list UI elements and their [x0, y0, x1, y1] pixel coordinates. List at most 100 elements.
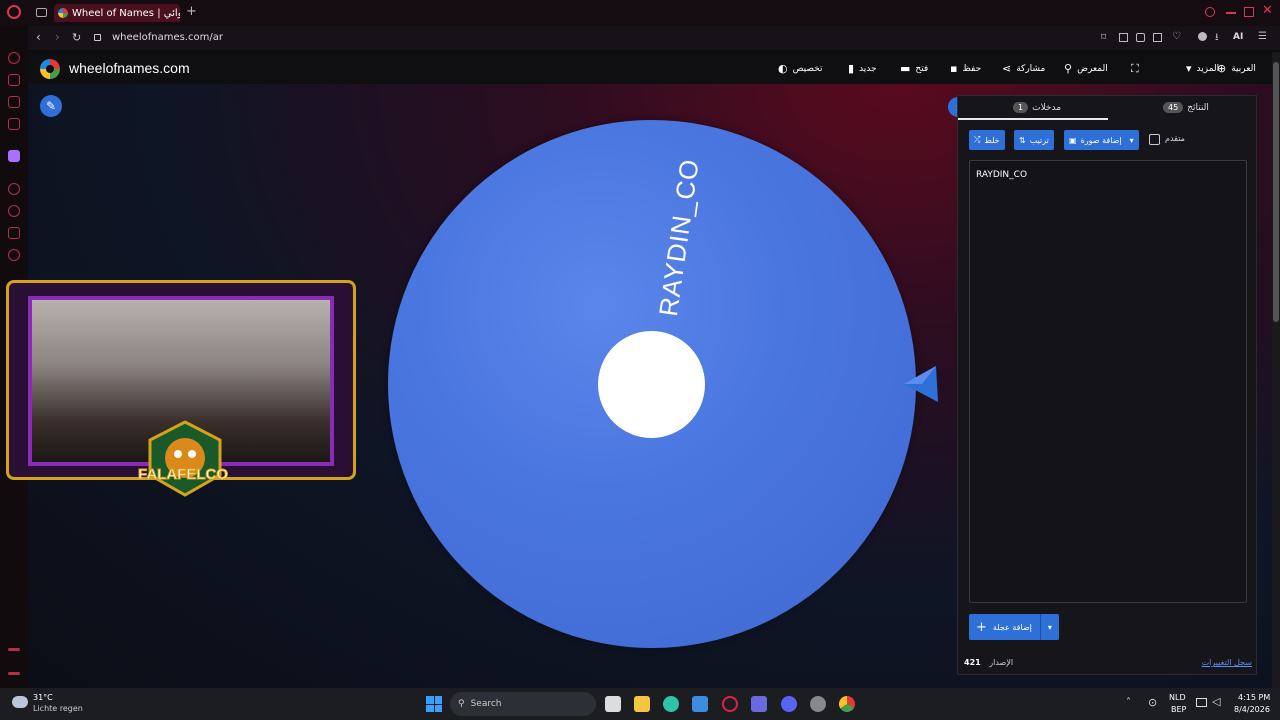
sort-button[interactable]: ⇅ ترتيب [1014, 130, 1054, 150]
reload-icon[interactable]: ↻ [72, 31, 81, 44]
windows-start-icon[interactable] [426, 696, 442, 712]
weather-desc[interactable]: Lichte regen [33, 704, 83, 713]
globe-icon: ⊕ [1217, 62, 1227, 75]
tray-chevron-icon[interactable]: ˄ [1126, 697, 1131, 708]
plus-icon: + [976, 619, 987, 635]
edge-icon[interactable] [663, 696, 679, 712]
opera-gx-icon[interactable] [722, 696, 738, 712]
file-explorer-icon[interactable] [634, 696, 650, 712]
advanced-checkbox[interactable] [1149, 134, 1160, 145]
browser-tab[interactable]: Wheel of Names | العشوائي [54, 4, 180, 22]
keyboard-lang-bottom[interactable]: BEP [1171, 705, 1186, 714]
caret-down-icon[interactable]: ▾ [1130, 136, 1134, 145]
discord-icon[interactable] [781, 696, 797, 712]
open-button[interactable]: ▬ فتح [900, 62, 928, 75]
add-wheel-button[interactable]: + إضافة عجلة ▾ [969, 614, 1059, 640]
easysetup-icon[interactable] [1153, 33, 1162, 42]
aria-icon[interactable] [8, 52, 20, 64]
workspace-icon[interactable] [8, 74, 20, 86]
customize-button[interactable]: ◐ تخصيص [778, 62, 822, 75]
pencil-icon: ✎ [45, 99, 57, 113]
language-button[interactable]: ⊕ العربية [1217, 62, 1256, 75]
tab-entries[interactable]: 1 مدخلات [1013, 102, 1061, 113]
twitch-icon[interactable] [8, 150, 20, 162]
share-icon: ⋖ [1002, 62, 1012, 75]
sidebar-more-icon[interactable] [8, 648, 20, 651]
heart-icon[interactable]: ♡ [1172, 31, 1181, 42]
network-icon[interactable] [1196, 698, 1207, 707]
extensions-icon[interactable] [8, 227, 20, 239]
ai-button[interactable]: AI [1233, 32, 1243, 42]
weather-icon[interactable] [12, 696, 28, 708]
entries-textarea[interactable]: RAYDIN_CO [969, 160, 1247, 603]
task-view-icon[interactable] [605, 696, 621, 712]
profile-icon[interactable] [1198, 32, 1207, 41]
share-label: مشاركة [1016, 63, 1046, 74]
opera-logo-icon[interactable] [7, 5, 21, 19]
wheelofnames-logo-icon[interactable] [40, 59, 60, 79]
overlay-brand-text: FALAFELCO [138, 466, 229, 484]
keyboard-lang-top[interactable]: NLD [1169, 693, 1186, 702]
microphone-icon[interactable]: ⊙ [1148, 696, 1157, 709]
history-icon[interactable] [8, 205, 20, 217]
search-tabs-icon[interactable] [1205, 7, 1215, 17]
wheel-center[interactable] [598, 331, 705, 438]
entries-count-badge: 1 [1013, 102, 1029, 113]
entry-item: RAYDIN_CO [976, 170, 1028, 180]
falafelco-mascot-icon [148, 420, 222, 497]
shield-icon[interactable] [1136, 33, 1145, 42]
url-field[interactable]: wheelofnames.com/ar [112, 32, 223, 43]
close-icon[interactable]: ✕ [1262, 3, 1273, 18]
scrollbar[interactable] [1272, 52, 1280, 688]
bookmark-icon[interactable]: ⌑ [1101, 32, 1106, 43]
clock-date[interactable]: 8/4/2026 [1234, 705, 1270, 714]
edit-pencil-button[interactable]: ✎ [40, 95, 62, 117]
image-icon: ▣ [1069, 135, 1077, 145]
taskbar-search-input[interactable]: ⚲ Search [450, 692, 596, 716]
fullscreen-button[interactable]: ⛶ [1131, 62, 1139, 76]
new-file-icon: ▮ [848, 62, 855, 75]
more-button[interactable]: ▾ المزيد [1186, 62, 1219, 75]
changelog-link[interactable]: سجل التغييرات [1202, 658, 1252, 667]
new-tab-button[interactable]: + [186, 4, 197, 19]
snapshot-icon[interactable] [1119, 33, 1128, 42]
chrome-icon[interactable] [839, 696, 855, 712]
maximize-icon[interactable] [1244, 7, 1254, 17]
add-wheel-dropdown-icon[interactable]: ▾ [1039, 614, 1059, 640]
windows-taskbar: 31°C Lichte regen ⚲ Search ˄ ⊙ NLD BEP ◁… [0, 688, 1280, 720]
vpn-app-icon[interactable] [751, 696, 767, 712]
streamer-app-icon[interactable] [810, 696, 826, 712]
fullscreen-icon: ⛶ [1131, 62, 1139, 75]
shuffle-button[interactable]: ⤮ خلط [969, 130, 1005, 150]
save-button[interactable]: ▪ حفظ [950, 62, 981, 75]
tab-results[interactable]: 45 النتائج [1163, 102, 1209, 113]
tab-list-icon[interactable] [36, 8, 47, 17]
language-label: العربية [1231, 63, 1256, 74]
volume-icon[interactable]: ◁ [1212, 695, 1220, 708]
add-image-button[interactable]: ▣ إضافة صورة ▾ [1064, 130, 1139, 150]
store-icon[interactable] [692, 696, 708, 712]
clock-time[interactable]: 4:15 PM [1238, 693, 1270, 702]
messenger-icon[interactable] [8, 96, 20, 108]
download-icon[interactable]: ⭳ [1215, 30, 1219, 47]
share-button[interactable]: ⋖ مشاركة [1002, 62, 1045, 75]
player-sidebar-icon[interactable] [8, 183, 20, 195]
folder-icon: ▬ [900, 62, 911, 75]
site-header: wheelofnames.com ◐ تخصيص ▮ جديد ▬ فتح ▪ … [28, 52, 1272, 84]
taskbar-search-placeholder: Search [470, 699, 502, 709]
instagram-icon[interactable] [8, 118, 20, 130]
gallery-button[interactable]: ⚲ المعرض [1064, 62, 1108, 75]
forward-icon[interactable]: › [55, 30, 60, 44]
back-icon[interactable]: ‹ [36, 30, 41, 44]
site-name[interactable]: wheelofnames.com [69, 60, 190, 76]
minimize-icon[interactable] [1226, 12, 1236, 14]
menu-icon[interactable]: ☰ [1258, 31, 1267, 42]
sidebar-dots-icon[interactable] [8, 672, 20, 675]
settings-icon[interactable] [8, 249, 20, 261]
weather-temp[interactable]: 31°C [33, 693, 53, 702]
add-wheel-label: إضافة عجلة [992, 622, 1032, 632]
customize-label: تخصيص [792, 63, 823, 74]
new-button[interactable]: ▮ جديد [848, 62, 877, 75]
results-count-badge: 45 [1163, 102, 1184, 113]
scrollbar-thumb[interactable] [1273, 62, 1279, 322]
